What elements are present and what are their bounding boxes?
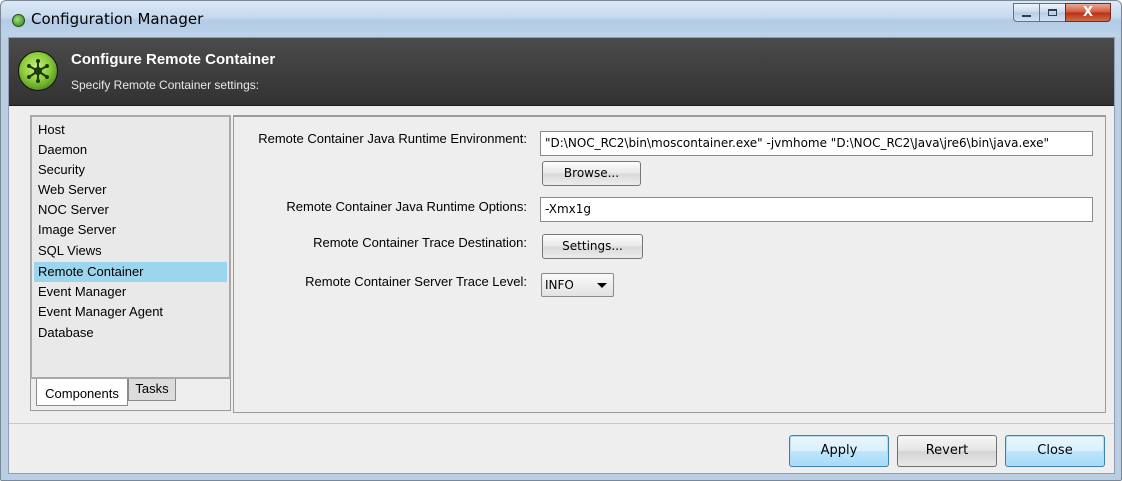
header-subtitle: Specify Remote Container settings: [71,78,260,92]
list-item-web-server[interactable]: Web Server [36,180,221,200]
list-item-image-server[interactable]: Image Server [36,220,221,240]
component-list[interactable]: Host Daemon Security Web Server NOC Serv… [30,115,231,379]
window-controls: X [1013,3,1111,22]
dialog-content: Configure Remote Container Specify Remot… [8,37,1115,474]
trace-destination-label: Remote Container Trace Destination: [313,235,527,250]
minimize-button[interactable] [1013,3,1040,22]
footer-separator [9,423,1114,424]
revert-button[interactable]: Revert [897,435,997,467]
settings-panel: Remote Container Java Runtime Environmen… [233,115,1106,413]
navigator-tabs: Components Tasks [30,379,231,411]
jre-path-input[interactable]: "D:\NOC_RC2\bin\moscontainer.exe" -jvmho… [540,131,1093,156]
apply-button[interactable]: Apply [789,435,889,467]
list-item-event-manager[interactable]: Event Manager [36,282,221,302]
runtime-options-input[interactable]: -Xmx1g [540,197,1093,222]
list-item-host[interactable]: Host [36,120,221,140]
list-item-sql-views[interactable]: SQL Views [36,241,221,261]
tab-components[interactable]: Components [36,379,128,406]
list-item-remote-container[interactable]: Remote Container [34,262,227,282]
trace-settings-button[interactable]: Settings... [542,234,643,259]
close-window-button[interactable]: X [1065,3,1111,22]
maximize-button[interactable] [1039,3,1066,22]
dialog-header: Configure Remote Container Specify Remot… [9,38,1114,106]
runtime-options-label: Remote Container Java Runtime Options: [286,199,527,214]
maximize-icon [1048,9,1057,16]
component-navigator: Host Daemon Security Web Server NOC Serv… [30,115,231,413]
list-item-security[interactable]: Security [36,160,221,180]
minimize-icon [1022,14,1031,17]
trace-level-value: INFO [545,278,574,292]
header-title: Configure Remote Container [71,51,276,68]
tab-tasks[interactable]: Tasks [128,379,176,401]
list-item-daemon[interactable]: Daemon [36,140,221,160]
app-icon [12,14,25,27]
window-title: Configuration Manager [31,10,204,28]
configuration-manager-window: Configuration Manager X Configure Remote… [0,0,1122,481]
list-item-event-manager-agent[interactable]: Event Manager Agent [36,302,221,322]
network-hub-icon [27,59,49,83]
close-button[interactable]: Close [1005,435,1105,467]
browse-button[interactable]: Browse... [542,161,641,186]
network-icon [18,51,58,91]
title-bar[interactable]: Configuration Manager X [1,1,1121,37]
list-item-noc-server[interactable]: NOC Server [36,200,221,220]
chevron-down-icon [597,283,607,288]
trace-level-label: Remote Container Server Trace Level: [305,274,527,289]
jre-label: Remote Container Java Runtime Environmen… [258,131,527,146]
trace-level-select[interactable]: INFO [541,273,614,297]
list-item-database[interactable]: Database [36,323,221,343]
close-icon: X [1082,5,1094,20]
